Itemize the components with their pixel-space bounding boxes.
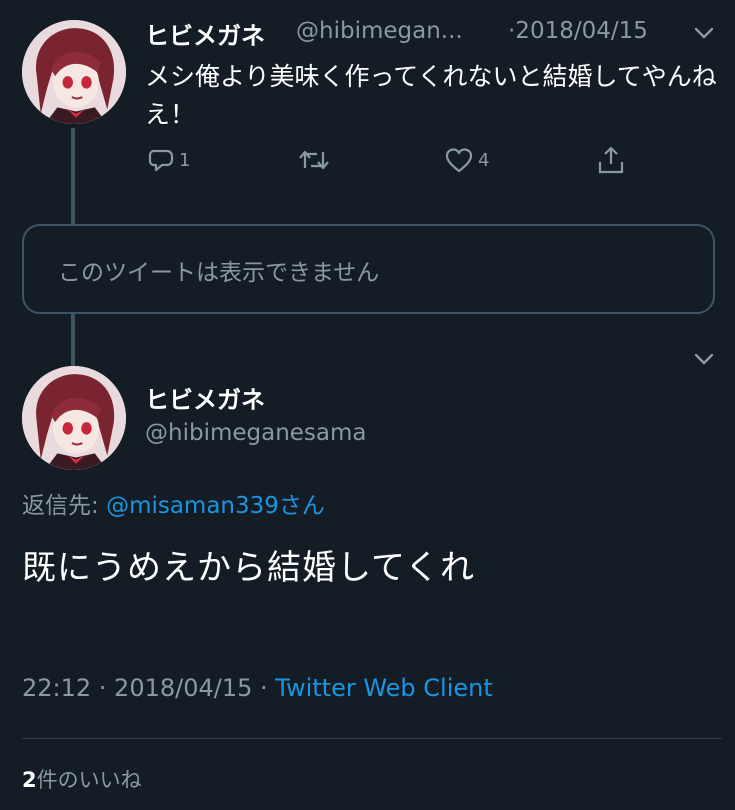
chevron-down-icon[interactable]: [693, 352, 715, 366]
thread-line-middle: [71, 314, 75, 366]
like-count: 4: [478, 149, 490, 171]
anime-avatar-image: [22, 366, 126, 470]
likes-label: 件のいいね: [36, 768, 142, 792]
reply-mention-link[interactable]: @misaman339さん: [106, 493, 325, 519]
username-handle[interactable]: @hibimeganesama: [145, 420, 367, 446]
tweet-meta: 22:12 · 2018/04/15 · Twitter Web Client: [22, 674, 493, 702]
chevron-down-icon[interactable]: [693, 26, 715, 40]
tweet-client-link[interactable]: Twitter Web Client: [275, 674, 493, 702]
username-handle[interactable]: @hibimegan...: [296, 18, 463, 44]
likes-count: 2: [22, 768, 37, 792]
display-name[interactable]: ヒビメガネ: [145, 16, 265, 51]
anime-avatar-image: [22, 20, 126, 124]
heart-icon: [445, 148, 473, 173]
avatar[interactable]: [22, 20, 126, 124]
display-name[interactable]: ヒビメガネ: [145, 380, 265, 415]
tweet-text: 既にうめえから結婚してくれ: [22, 548, 475, 588]
unavailable-tweet-box: このツイートは表示できません: [22, 224, 715, 314]
retweet-button[interactable]: [297, 146, 331, 174]
tweet-text: メシ俺より美味く作ってくれないと結婚してやんねえ！: [145, 62, 717, 129]
reply-to-label: 返信先:: [22, 493, 107, 519]
reply-icon: [148, 149, 174, 172]
retweet-icon: [299, 150, 329, 170]
divider: [22, 738, 722, 739]
reply-button[interactable]: 1: [147, 146, 190, 174]
thread-line-top: [71, 128, 75, 224]
reply-to-line: 返信先: @misaman339さん: [22, 486, 325, 520]
unavailable-tweet-text: このツイートは表示できません: [58, 260, 380, 286]
likes-summary[interactable]: 2件のいいね: [22, 764, 142, 794]
tweet-date[interactable]: ·2018/04/15: [508, 18, 648, 44]
reply-count: 1: [179, 149, 191, 171]
share-button[interactable]: [596, 144, 626, 176]
tweet-timestamp[interactable]: 22:12 · 2018/04/15 ·: [22, 674, 275, 702]
share-icon: [598, 146, 624, 174]
like-button[interactable]: 4: [444, 146, 489, 174]
avatar[interactable]: [22, 366, 126, 470]
